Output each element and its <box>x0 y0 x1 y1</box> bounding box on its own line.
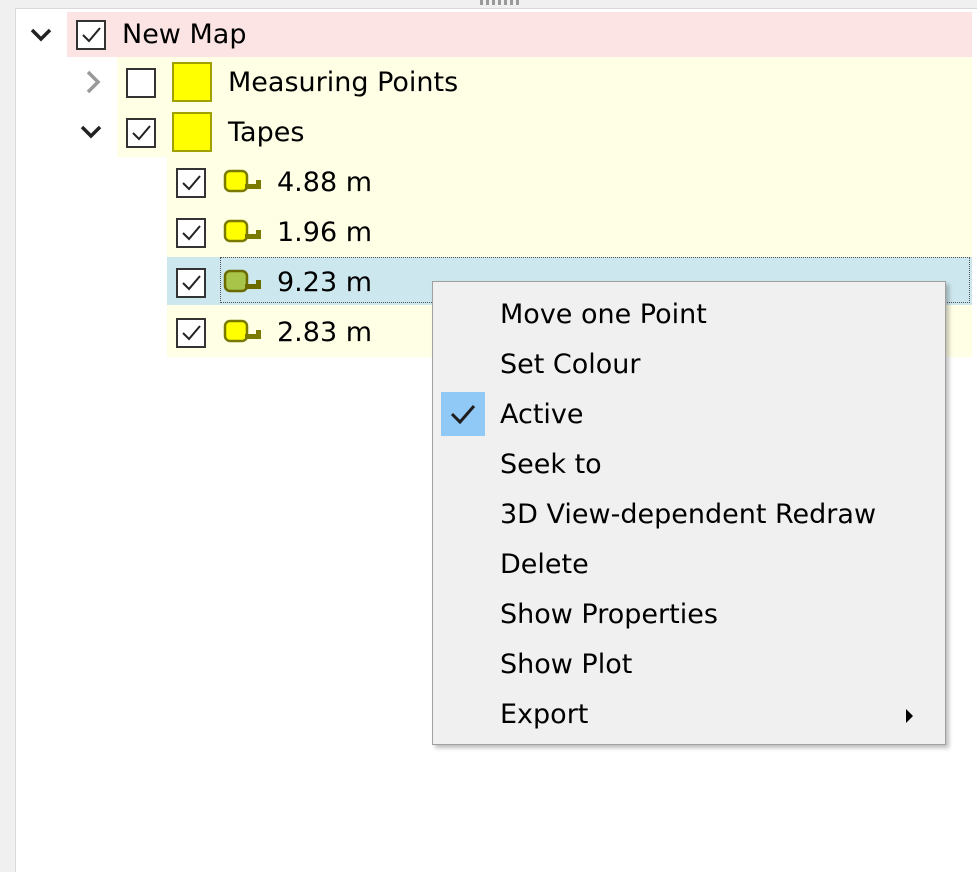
root-label: New Map <box>122 19 247 50</box>
menu-item-label: Delete <box>500 549 589 580</box>
menu-item-show-properties[interactable]: Show Properties <box>433 590 945 640</box>
menu-item-label: Show Properties <box>500 599 718 630</box>
menu-item-active[interactable]: Active <box>433 390 945 440</box>
menu-item-show-plot[interactable]: Show Plot <box>433 640 945 690</box>
tape-label: 1.96 m <box>277 217 373 248</box>
menu-item-label: Move one Point <box>500 299 707 330</box>
tape-checkbox[interactable] <box>176 318 206 348</box>
tape-measure-icon <box>223 319 263 345</box>
measuring-points-label: Measuring Points <box>228 67 459 98</box>
chevron-down-icon[interactable] <box>28 22 54 48</box>
tape-measure-icon <box>223 219 263 245</box>
menu-item-export[interactable]: Export <box>433 690 945 740</box>
tape-label: 4.88 m <box>277 167 373 198</box>
context-menu: Move one Point Set Colour Active Seek to… <box>432 281 946 745</box>
menu-item-label: 3D View-dependent Redraw <box>500 499 877 530</box>
tape-measure-icon <box>223 269 263 295</box>
tape-label[interactable]: 9.23 m <box>277 258 372 308</box>
menu-item-label: Seek to <box>500 449 602 480</box>
measuring-points-checkbox[interactable] <box>126 68 156 98</box>
chevron-right-icon[interactable] <box>80 69 106 95</box>
menu-item-label: Set Colour <box>500 349 641 380</box>
measuring-points-color-swatch <box>172 62 212 102</box>
chevron-down-icon[interactable] <box>78 119 104 145</box>
menu-item-move-one-point[interactable]: Move one Point <box>433 290 945 340</box>
menu-item-label: Show Plot <box>500 649 633 680</box>
tape-label: 2.83 m <box>277 317 373 348</box>
tapes-checkbox[interactable] <box>126 118 156 148</box>
menu-item-set-colour[interactable]: Set Colour <box>433 340 945 390</box>
menu-item-label: Export <box>500 699 589 730</box>
tapes-label: Tapes <box>228 117 305 148</box>
splitter-grip[interactable] <box>480 0 522 5</box>
root-checkbox[interactable] <box>76 20 106 50</box>
submenu-arrow-icon <box>906 709 913 723</box>
menu-item-delete[interactable]: Delete <box>433 540 945 590</box>
menu-item-seek-to[interactable]: Seek to <box>433 440 945 490</box>
tape-checkbox[interactable] <box>176 168 206 198</box>
tapes-color-swatch <box>172 112 212 152</box>
menu-item-label: Active <box>500 399 584 430</box>
tape-checkbox[interactable] <box>176 218 206 248</box>
tape-checkbox[interactable] <box>176 268 206 298</box>
menu-item-3d-view-dependent-redraw[interactable]: 3D View-dependent Redraw <box>433 490 945 540</box>
checkmark-icon <box>441 392 485 436</box>
tape-measure-icon <box>223 169 263 195</box>
